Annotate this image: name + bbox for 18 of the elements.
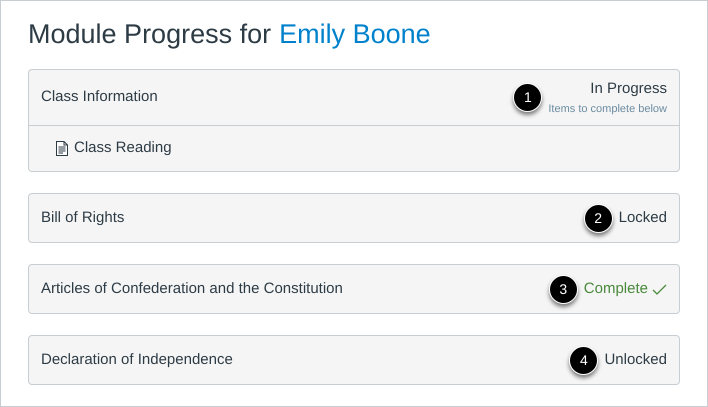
module-status: In Progress [590, 79, 667, 99]
callout-number: 2 [584, 204, 613, 232]
status-hint: Items to complete below [548, 102, 667, 116]
checkmark-icon [652, 284, 667, 294]
callout-number: 3 [548, 274, 578, 304]
module-title[interactable]: Bill of Rights [41, 206, 124, 230]
page-title: Module Progress for [28, 18, 272, 51]
module-status: Unlocked [604, 350, 667, 370]
callout-number: 4 [569, 346, 598, 374]
document-icon [56, 141, 68, 156]
module-status: Complete [584, 278, 648, 299]
module-item-link[interactable]: Class Reading [74, 137, 172, 160]
module-title[interactable]: Class Information [41, 86, 158, 109]
student-name-link[interactable]: Emily Boone [279, 17, 431, 51]
callout-number: 1 [513, 83, 542, 112]
module-status: Locked [618, 208, 667, 228]
module-title[interactable]: Articles of Confederation and the Constitution [41, 278, 343, 300]
module-title[interactable]: Declaration of Independence [41, 348, 233, 372]
